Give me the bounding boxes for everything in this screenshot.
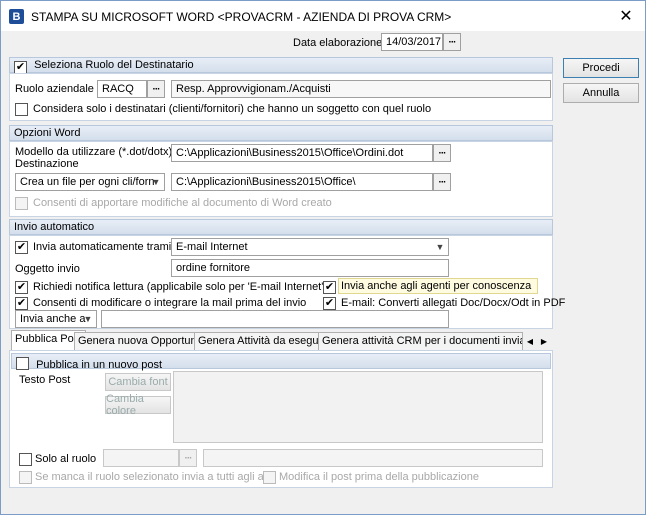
consenti-modifiche-checkbox[interactable] [15,197,28,210]
tab-scroll-left-icon[interactable]: ◀ [524,334,536,348]
solo-ruolo-desc-field [203,449,543,467]
date-input[interactable]: 14/03/2017 [381,33,443,51]
tab-genera-attivita[interactable]: Genera Attività da eseguire [194,332,335,350]
consenti-modifiche-label: Consenti di apportare modifiche al docum… [33,197,332,209]
app-icon: B [9,9,24,24]
procedi-button[interactable]: Procedi [563,58,639,78]
date-picker-button[interactable]: ··· [443,33,461,51]
window-title: STAMPA SU MICROSOFT WORD <PROVACRM - AZI… [31,10,452,24]
annulla-button[interactable]: Annulla [563,83,639,103]
cambia-colore-button[interactable]: Cambia colore [105,393,171,417]
cambia-font-label: Cambia font [108,376,168,388]
testo-post-label: Testo Post [19,374,71,386]
modello-browse-button[interactable]: ··· [433,144,451,162]
solo-ruolo-checkbox[interactable] [19,453,32,466]
modifica-post-label: Modifica il post prima della pubblicazio… [279,471,479,483]
destinatario-header-label: Seleziona Ruolo del Destinatario [34,59,194,71]
solo-destinatari-checkbox[interactable] [15,103,28,116]
chevron-down-icon[interactable]: ▼ [80,311,96,327]
solo-ruolo-label: Solo al ruolo [35,453,97,465]
oggetto-input[interactable]: ordine fornitore [171,259,449,277]
title-bar: B STAMPA SU MICROSOFT WORD <PROVACRM - A… [1,1,645,31]
modello-label: Modello da utilizzare (*.dot/dotx) [15,146,173,158]
testo-post-editor[interactable] [173,371,543,443]
pubblica-post-header: Pubblica in un nuovo post [11,353,551,371]
annulla-label: Annulla [582,87,620,99]
consenti-modifica-mail-checkbox[interactable]: ✔ [15,297,28,310]
tab-genera-attivita-crm[interactable]: Genera attività CRM per i documenti invi… [318,332,523,350]
destinazione-browse-button[interactable]: ··· [433,173,451,191]
cambia-colore-label: Cambia colore [106,393,144,417]
consenti-modifica-mail-label: Consenti di modificare o integrare la ma… [33,297,307,309]
solo-ruolo-input[interactable] [103,449,179,467]
solo-destinatari-label: Considera solo i destinatari (clienti/fo… [33,103,432,115]
chevron-down-icon[interactable]: ▼ [432,239,448,255]
close-icon[interactable]: ✕ [615,6,637,26]
date-label: Data elaborazione [293,37,383,49]
invia-auto-label: Invia automaticamente tramite [33,241,181,253]
ruolo-label: Ruolo aziendale [15,83,94,95]
notifica-label: Richiedi notifica lettura (applicabile s… [33,281,328,293]
destinazione-input[interactable]: C:\Applicazioni\Business2015\Office\ [171,173,433,191]
invia-tramite-select[interactable]: E-mail Internet [171,238,449,256]
tab-genera-opportunita[interactable]: Genera nuova Opportunità [74,332,213,350]
cambia-font-button[interactable]: Cambia font [105,373,171,391]
opzioni-word-header: Opzioni Word [9,125,553,141]
destinatario-header: ✔ Seleziona Ruolo del Destinatario [9,57,553,74]
invio-header: Invio automatico [9,219,553,235]
modifica-post-checkbox[interactable] [263,471,276,484]
invia-anche-input[interactable] [101,310,449,328]
modello-input[interactable]: C:\Applicazioni\Business2015\Office\Ordi… [171,144,433,162]
ruolo-desc-field: Resp. Approvvigionam./Acquisti [171,80,551,98]
solo-ruolo-lookup-button[interactable]: ··· [179,449,197,467]
converti-pdf-label: E-mail: Converti allegati Doc/Docx/Odt i… [341,297,566,309]
ruolo-code-input[interactable]: RACQ [97,80,147,98]
oggetto-label: Oggetto invio [15,263,80,275]
agenti-label: Invia anche agli agenti per conoscenza [338,278,538,294]
pubblica-post-checkbox[interactable] [16,357,29,370]
dialog-window: B STAMPA SU MICROSOFT WORD <PROVACRM - A… [0,0,646,515]
chevron-down-icon[interactable]: ▼ [148,174,164,190]
ruolo-lookup-button[interactable]: ··· [147,80,165,98]
pubblica-post-header-label: Pubblica in un nuovo post [36,359,163,371]
agenti-checkbox[interactable]: ✔ [323,281,336,294]
invia-auto-checkbox[interactable]: ✔ [15,241,28,254]
se-manca-checkbox[interactable] [19,471,32,484]
se-manca-label: Se manca il ruolo selezionato invia a tu… [35,471,276,483]
destinazione-label: Destinazione [15,158,79,170]
tab-scroll-right-icon[interactable]: ▶ [538,334,550,348]
notifica-checkbox[interactable]: ✔ [15,281,28,294]
converti-pdf-checkbox[interactable]: ✔ [323,297,336,310]
procedi-label: Procedi [582,62,620,74]
destinazione-select[interactable]: Crea un file per ogni cli/forn [15,173,165,191]
